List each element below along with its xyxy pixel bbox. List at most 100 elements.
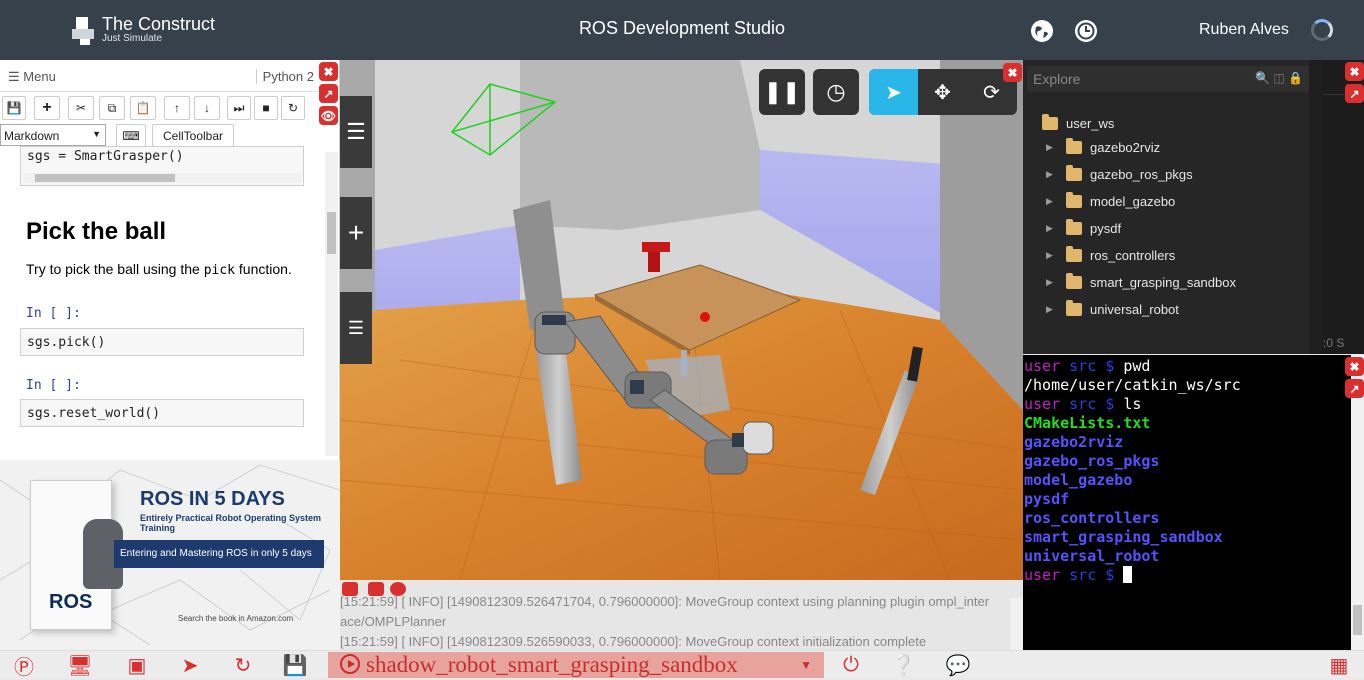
pinterest-icon[interactable]: Ⓟ [11, 654, 37, 679]
paste-icon[interactable]: 📋 [130, 96, 156, 120]
save-floppy-icon[interactable]: 💾 [282, 654, 308, 677]
log-lines: [15:21:59] [ INFO] [1490812309.526471704… [340, 594, 990, 649]
close-panel-icon[interactable]: ✖ [1345, 357, 1364, 376]
ad-subtitle: Entirely Practical Robot Operating Syste… [140, 513, 322, 533]
markdown-paragraph: Try to pick the ball using the pick func… [26, 261, 292, 278]
gazebo-menu-icon[interactable]: ☰ [340, 96, 372, 168]
input-prompt: In [ ]: [26, 306, 81, 321]
expand-icon[interactable]: ▶ [1046, 142, 1053, 153]
notebook-panel-controls: ✖ ↗ 👁 [319, 62, 339, 128]
translate-mode-icon[interactable]: ✥ [918, 69, 967, 115]
user-name[interactable]: Ruben Alves [1199, 21, 1289, 39]
terminal[interactable]: user src $ pwd /home/user/catkin_ws/src … [1023, 355, 1351, 650]
input-prompt: In [ ]: [26, 378, 81, 393]
pause-icon[interactable]: ❚❚ [759, 69, 805, 115]
terminal-cursor [1123, 566, 1133, 583]
code-cell-top[interactable]: sgs = SmartGrasper() [20, 146, 304, 186]
expand-icon[interactable]: ▶ [1046, 223, 1053, 234]
cut-icon[interactable]: ✂ [68, 96, 94, 120]
folder-icon [1042, 114, 1058, 130]
kernel-indicator[interactable]: Python 2 [255, 69, 314, 84]
explorer-scrollbar[interactable] [1309, 60, 1323, 354]
terminal-controls: ✖ ↗ [1345, 357, 1364, 401]
notebook-menu-button[interactable]: ☰ Menu [8, 69, 56, 85]
folder-item[interactable]: gazebo2rviz [1066, 138, 1160, 155]
log-console: [15:21:59] [ INFO] [1490812309.526471704… [340, 580, 1023, 650]
workspace-selector[interactable]: shadow_robot_smart_grasping_sandbox ▼ [328, 652, 824, 678]
play-circle-icon [340, 654, 360, 674]
gazebo-viewport[interactable]: ☰ + ☰ ❚❚ ◷ ➤ ✥ ⟳ ✖ [340, 60, 1023, 580]
ad-search-text: Search the book in Amazon.com [178, 614, 294, 623]
expand-icon[interactable]: ▶ [1046, 277, 1053, 288]
stop-icon[interactable]: ■ [254, 96, 278, 120]
folder-user-ws[interactable]: user_ws [1042, 114, 1114, 131]
hide-log-icon[interactable] [390, 582, 406, 596]
logo[interactable]: The Construct Just Simulate [72, 15, 215, 45]
select-mode-icon[interactable]: ➤ [869, 69, 918, 115]
loading-spinner-icon [1311, 19, 1333, 41]
notebook-panel: ☰ Menu Python 2 💾 + ✂ ⧉ 📋 ↑ ↓ ⏭ ■ ↻ Mark… [0, 60, 340, 460]
construct-logo-icon [72, 15, 96, 45]
hide-panel-icon[interactable]: 👁 [319, 106, 338, 125]
close-panel-icon[interactable]: ✖ [319, 62, 338, 81]
folder-item[interactable]: pysdf [1066, 219, 1121, 236]
ros-in-5-days-ad[interactable]: ROS ROS IN 5 DAYS Entirely Practical Rob… [0, 460, 340, 650]
console-scrollbar[interactable] [1010, 598, 1023, 650]
restart-icon[interactable]: ↻ [281, 96, 305, 120]
celltoolbar-button[interactable]: CellToolbar [152, 124, 234, 148]
globe-icon[interactable] [1031, 20, 1053, 42]
folder-item[interactable]: universal_robot [1066, 300, 1179, 317]
close-panel-icon[interactable]: ✖ [1345, 62, 1364, 81]
run-cell-icon[interactable]: ⏭ [227, 96, 251, 120]
explore-search-input[interactable]: Explore 🔍 ◫ 🔒 [1027, 66, 1309, 92]
clear-log-icon[interactable] [342, 582, 358, 596]
gazebo-tool-group: ➤ ✥ ⟳ [869, 69, 1017, 115]
save-icon[interactable]: 💾 [2, 96, 26, 120]
folder-item[interactable]: ros_controllers [1066, 246, 1175, 263]
folder-item[interactable]: gazebo_ros_pkgs [1066, 165, 1193, 182]
close-panel-icon[interactable]: ✖ [1003, 63, 1022, 82]
stop-log-icon[interactable] [368, 582, 384, 596]
power-icon[interactable]: ⏻ [838, 654, 864, 676]
expand-icon[interactable]: ▶ [1046, 304, 1053, 315]
add-cell-icon[interactable]: + [34, 96, 60, 120]
external-link-icon[interactable]: ↗ [1345, 379, 1364, 398]
explorer-controls: ✖ ↗ [1345, 62, 1364, 106]
move-down-icon[interactable]: ↓ [194, 96, 220, 120]
folder-item[interactable]: smart_grasping_sandbox [1066, 273, 1236, 290]
copy-icon[interactable]: ⧉ [99, 96, 125, 120]
notebook-menubar: ☰ Menu Python 2 [0, 60, 318, 92]
external-link-icon[interactable]: ↗ [319, 84, 338, 103]
editor-status: :0 S [1323, 336, 1345, 350]
gazebo-insert-icon[interactable]: + [340, 197, 372, 269]
expand-icon[interactable]: ▶ [1046, 169, 1053, 180]
code-cell-reset[interactable]: sgs.reset_world() [20, 399, 304, 427]
explorer-toolbar-icons[interactable]: 🔍 ◫ 🔒 [1255, 71, 1303, 85]
move-up-icon[interactable]: ↑ [164, 96, 190, 120]
code-cell-pick[interactable]: sgs.pick() [20, 328, 304, 356]
chat-icon[interactable]: 💬 [945, 654, 971, 677]
external-link-icon[interactable]: ↗ [1345, 84, 1364, 103]
notebook-scrollbar[interactable] [325, 152, 338, 456]
book-cover: ROS [30, 480, 123, 630]
share-icon[interactable]: ➤ [177, 654, 203, 677]
clock-icon[interactable] [1075, 20, 1097, 42]
folder-icon [1066, 246, 1082, 262]
horizontal-scrollbar[interactable] [23, 173, 301, 183]
sim-time-icon[interactable]: ◷ [813, 69, 859, 115]
cell-type-select[interactable]: Markdown ▼ [0, 124, 106, 146]
folder-icon [1066, 138, 1082, 154]
layout-grid-icon[interactable]: ▦ [1326, 654, 1352, 677]
keyboard-icon[interactable]: ⌨ [116, 124, 146, 148]
file-explorer: Explore 🔍 ◫ 🔒 user_ws ▶ gazebo2rviz ▶ ga… [1023, 60, 1323, 354]
logo-title: The Construct [102, 14, 216, 34]
expand-icon[interactable]: ▶ [1046, 196, 1053, 207]
hamburger-icon: ☰ [8, 69, 20, 84]
reload-icon[interactable]: ↻ [230, 654, 256, 677]
expand-icon[interactable]: ▶ [1046, 250, 1053, 261]
gazebo-layers-icon[interactable]: ☰ [340, 292, 372, 364]
help-icon[interactable]: ❔ [890, 654, 916, 677]
monitor-icon[interactable]: 🖥 [67, 654, 93, 677]
folder-item[interactable]: model_gazebo [1066, 192, 1175, 209]
video-camera-icon[interactable]: ▣ [124, 654, 150, 677]
